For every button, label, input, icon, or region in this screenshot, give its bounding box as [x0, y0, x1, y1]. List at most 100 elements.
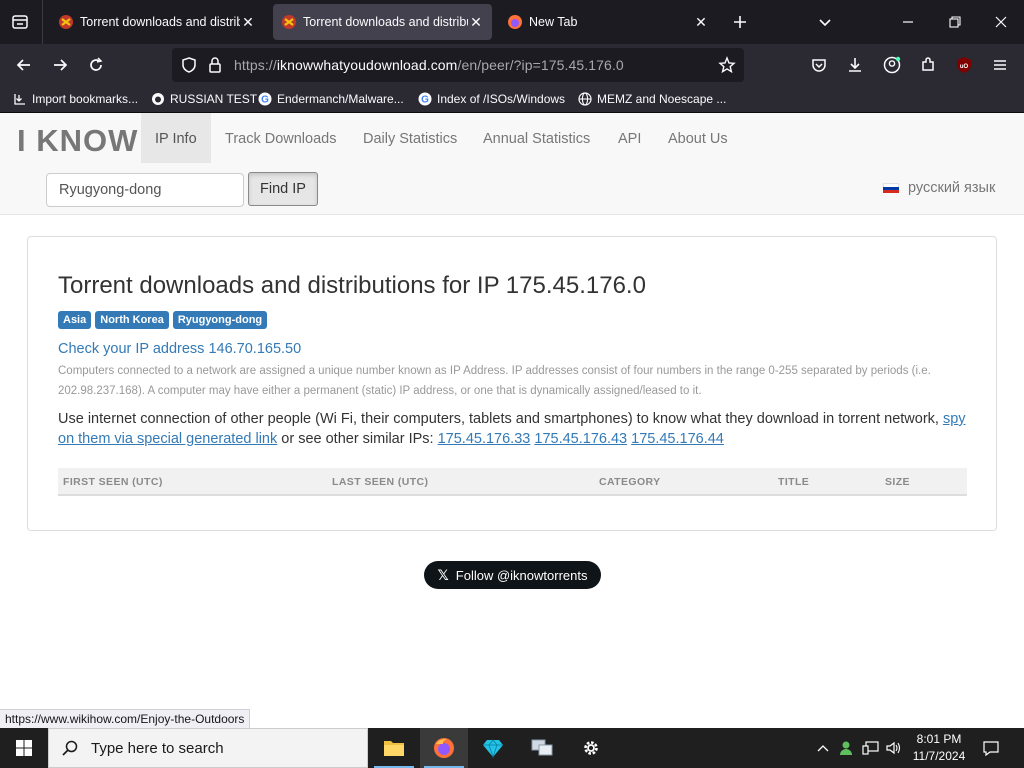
- svg-text:uO: uO: [960, 64, 969, 70]
- ip-search-input[interactable]: [46, 173, 244, 207]
- account-icon: [883, 56, 901, 74]
- url-text[interactable]: https://iknowwhatyoudownload.com/en/peer…: [234, 57, 624, 73]
- pocket-button[interactable]: [805, 51, 833, 79]
- extensions-button[interactable]: [914, 51, 942, 79]
- bookmark-label: RUSSIAN TEST: [170, 92, 258, 106]
- nav-api[interactable]: API: [604, 113, 655, 163]
- downloads-button[interactable]: [841, 51, 869, 79]
- nav-daily-statistics[interactable]: Daily Statistics: [349, 113, 471, 163]
- tray-network[interactable]: [861, 738, 881, 758]
- ip-explanation-text: Computers connected to a network are ass…: [58, 365, 931, 397]
- star-bookmark-icon[interactable]: [718, 56, 736, 74]
- nav-annual-statistics[interactable]: Annual Statistics: [469, 113, 604, 163]
- tab-separator: [42, 0, 43, 44]
- bookmark-import[interactable]: Import bookmarks...: [12, 91, 138, 107]
- tab-title: Torrent downloads and distribu: [303, 15, 468, 29]
- notifications-button[interactable]: [980, 738, 1002, 758]
- tab-close-icon[interactable]: ✕: [240, 14, 256, 31]
- spy-text-1: Use internet connection of other people …: [58, 411, 943, 427]
- similar-ip-link-1[interactable]: 175.45.176.33: [438, 431, 531, 447]
- ublock-button[interactable]: uO: [950, 51, 978, 79]
- firefox-view-icon: [12, 15, 28, 29]
- download-icon: [849, 58, 861, 72]
- check-ip-link[interactable]: Check your IP address 146.70.165.50: [58, 341, 301, 357]
- taskbar-file-explorer[interactable]: [370, 728, 418, 768]
- notification-speech-bubble-icon: [983, 741, 999, 756]
- reload-button[interactable]: [82, 51, 110, 79]
- nav-about-us[interactable]: About Us: [654, 113, 742, 163]
- close-window-button[interactable]: [987, 8, 1015, 36]
- taskbar-search-placeholder: Type here to search: [91, 739, 224, 757]
- arrow-left-icon: [16, 59, 30, 71]
- url-protocol: https://: [234, 57, 277, 73]
- spy-description: Use internet connection of other people …: [58, 409, 968, 449]
- show-hidden-icons-button[interactable]: [814, 738, 832, 758]
- bookmark-label: Endermanch/Malware...: [277, 92, 404, 106]
- lock-icon[interactable]: [207, 56, 223, 74]
- bookmark-memz[interactable]: MEMZ and Noescape ...: [577, 91, 726, 107]
- minimize-icon: [903, 21, 913, 23]
- label-country: North Korea: [95, 311, 169, 329]
- bookmark-endermanch[interactable]: G Endermanch/Malware...: [257, 91, 404, 107]
- ip-info-panel: Torrent downloads and distributions for …: [27, 236, 997, 531]
- arrow-right-icon: [54, 59, 68, 71]
- tray-user-status[interactable]: [837, 738, 857, 758]
- account-button[interactable]: [878, 51, 906, 79]
- minimize-button[interactable]: [894, 8, 922, 36]
- nav-ip-info[interactable]: IP Info: [141, 113, 211, 163]
- maximize-button[interactable]: [941, 8, 969, 36]
- tab-torrent-2-active[interactable]: Torrent downloads and distribu ✕: [273, 4, 492, 40]
- bookmark-label: Index of /ISOs/Windows: [437, 92, 566, 106]
- windows-taskbar: Type here to search 8:01 PM 11/7/2024: [0, 728, 1024, 768]
- bookmark-russian-test[interactable]: RUSSIAN TEST: [150, 91, 257, 107]
- hamburger-menu-icon: [994, 60, 1006, 70]
- similar-ip-link-3[interactable]: 175.45.176.44: [631, 431, 724, 447]
- column-first-seen[interactable]: FIRST SEEN (UTC): [63, 476, 163, 488]
- column-last-seen[interactable]: LAST SEEN (UTC): [332, 476, 428, 488]
- new-tab-button[interactable]: [726, 8, 754, 36]
- firefox-view-button[interactable]: [8, 10, 32, 34]
- column-title[interactable]: TITLE: [778, 476, 809, 488]
- tab-close-icon[interactable]: ✕: [693, 14, 709, 31]
- location-labels: Asia North Korea Ryugyong-dong: [58, 311, 268, 329]
- taskbar-search-box[interactable]: Type here to search: [48, 728, 368, 768]
- taskbar-network-app[interactable]: [518, 728, 566, 768]
- address-bar[interactable]: https://iknowwhatyoudownload.com/en/peer…: [172, 48, 744, 82]
- follow-label: Follow @iknowtorrents: [455, 567, 588, 583]
- column-category[interactable]: CATEGORY: [599, 476, 661, 488]
- globe-icon: [577, 91, 593, 107]
- back-button[interactable]: [10, 51, 38, 79]
- list-all-tabs-button[interactable]: [811, 8, 839, 36]
- svg-text:G: G: [421, 95, 429, 106]
- user-presence-icon: [840, 741, 852, 755]
- tab-title: Torrent downloads and distribu: [80, 15, 240, 29]
- site-brand-logo[interactable]: I KNOW: [17, 123, 138, 159]
- windows-logo-icon: [16, 740, 32, 756]
- gear-icon: [584, 741, 598, 755]
- language-switch[interactable]: русский язык: [883, 180, 995, 196]
- find-ip-button[interactable]: Find IP: [248, 172, 318, 206]
- similar-ip-link-2[interactable]: 175.45.176.43: [534, 431, 627, 447]
- svg-text:G: G: [261, 95, 269, 106]
- tab-new-tab[interactable]: New Tab ✕: [499, 4, 717, 40]
- bookmark-isos-windows[interactable]: G Index of /ISOs/Windows: [417, 91, 565, 107]
- forward-button[interactable]: [46, 51, 74, 79]
- menu-button[interactable]: [986, 51, 1014, 79]
- folder-icon: [384, 741, 404, 756]
- diamond-gem-icon: [483, 739, 503, 759]
- url-path: /en/peer/?ip=175.45.176.0: [457, 57, 624, 73]
- taskbar-clock[interactable]: 8:01 PM 11/7/2024: [906, 731, 972, 765]
- tab-torrent-1[interactable]: Torrent downloads and distribu ✕: [50, 4, 264, 40]
- start-button[interactable]: [0, 728, 48, 768]
- tab-close-icon[interactable]: ✕: [468, 14, 484, 31]
- bookmark-label: MEMZ and Noescape ...: [597, 92, 727, 106]
- taskbar-gem-app[interactable]: [469, 728, 517, 768]
- taskbar-firefox[interactable]: [420, 728, 468, 768]
- twitter-follow-button[interactable]: 𝕏 Follow @iknowtorrents: [424, 561, 601, 589]
- site-navbar: I KNOW IP Info Track Downloads Daily Sta…: [0, 113, 1024, 215]
- column-size[interactable]: SIZE: [885, 476, 910, 488]
- taskbar-settings[interactable]: [567, 728, 615, 768]
- tray-volume[interactable]: [884, 738, 904, 758]
- tracking-protection-shield-icon[interactable]: [180, 56, 198, 74]
- nav-track-downloads[interactable]: Track Downloads: [211, 113, 350, 163]
